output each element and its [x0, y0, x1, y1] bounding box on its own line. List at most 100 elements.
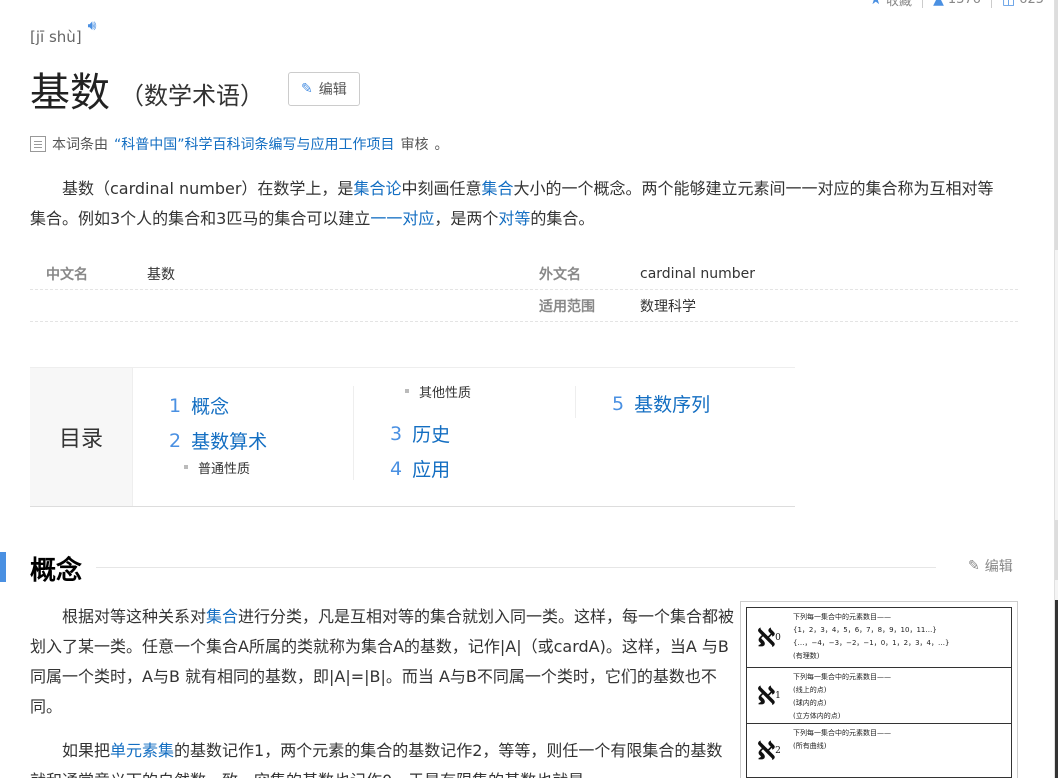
figure-line: 下列每一集合中的元素数目—— — [793, 673, 891, 681]
aleph-subscript: 1 — [775, 690, 781, 701]
info-key: 适用范围 — [539, 298, 595, 315]
page-subtitle: （数学术语） — [120, 81, 264, 110]
toc-subitem-label: 其他性质 — [419, 385, 472, 401]
figure-line: (有理数) — [793, 652, 820, 660]
toc-number: 5 — [612, 392, 625, 415]
info-value: 数理科学 — [640, 298, 696, 315]
toc-subitem-label: 普通性质 — [198, 461, 251, 477]
link-set-theory[interactable]: 集合论 — [353, 179, 401, 198]
review-end: 。 — [434, 137, 449, 153]
like-button[interactable]: ▲ 1376 — [933, 0, 981, 8]
paragraph-text: 如果把 — [62, 741, 111, 760]
toc-item-application[interactable]: 4 应用 — [390, 451, 575, 486]
toc-number: 1 — [169, 394, 182, 417]
toc-item-label: 基数序列 — [634, 394, 711, 416]
toc-column: 其他性质 3 历史 4 应用 — [353, 386, 575, 481]
lead-summary: 基数（cardinal number）在数学上，是集合论中刻画任意集合大小的一个… — [30, 174, 1005, 234]
document-icon — [30, 136, 46, 152]
divider — [922, 0, 924, 8]
bullet-icon — [405, 389, 409, 393]
toc-item-concept[interactable]: 1 概念 — [169, 388, 353, 423]
figure-text: 下列每一集合中的元素数目—— {1，2，3，4，5，6，7，8，9，10，11…… — [791, 608, 1011, 667]
speaker-icon[interactable]: 🔊︎ — [88, 18, 97, 34]
figure-text: 下列每一集合中的元素数目—— (所有曲线) — [791, 724, 1011, 777]
toc-item-label: 概念 — [191, 396, 230, 418]
section-title: 概念 — [30, 556, 83, 586]
lead-text: ，是两个 — [434, 209, 499, 228]
edit-label: 编辑 — [318, 82, 347, 98]
figure-row: ℵ0 下列每一集合中的元素数目—— {1，2，3，4，5，6，7，8，9，10，… — [747, 608, 1011, 668]
link-singleton-set[interactable]: 单元素集 — [110, 741, 174, 760]
pinyin: [jī shù] 🔊︎ — [30, 18, 96, 46]
figure-table: ℵ0 下列每一集合中的元素数目—— {1，2，3，4，5，6，7，8，9，10，… — [746, 607, 1012, 778]
shares-count: 625 — [1019, 0, 1044, 7]
page-title: 基数 — [30, 70, 110, 116]
link-set[interactable]: 集合 — [206, 607, 238, 626]
toc-subitem-other[interactable]: 其他性质 — [390, 382, 575, 401]
info-key: 外文名 — [539, 266, 581, 283]
edit-button[interactable]: ✎ 编辑 — [288, 72, 360, 106]
review-note: 本词条由 “科普中国”科学百科词条编写与应用工作项目 审核 。 — [30, 134, 449, 154]
collect-label: 收藏 — [886, 0, 913, 9]
figure-aleph-table[interactable]: ℵ0 下列每一集合中的元素数目—— {1，2，3，4，5，6，7，8，9，10，… — [740, 601, 1018, 778]
page-scrollbar[interactable] — [1054, 0, 1058, 778]
toc-item-label: 应用 — [412, 459, 451, 481]
link-set[interactable]: 集合 — [481, 179, 513, 198]
toc-item-label: 历史 — [412, 424, 451, 446]
review-suffix: 审核 — [400, 137, 429, 153]
review-prefix: 本词条由 — [52, 137, 108, 153]
lead-text: 基数（cardinal number）在数学上，是 — [62, 179, 354, 198]
toc-item-label: 基数算术 — [191, 431, 268, 453]
section-divider — [96, 567, 936, 568]
top-toolbar: ★ 收藏 ▲ 1376 ◫ 625 — [869, 0, 1044, 9]
divider — [990, 0, 992, 8]
pencil-icon: ✎ — [968, 558, 980, 574]
figure-text: 下列每一集合中的元素数目—— (线上的点) (球内的点) (立方体内的点) — [791, 668, 1011, 723]
figure-row: ℵ1 下列每一集合中的元素数目—— (线上的点) (球内的点) (立方体内的点) — [747, 668, 1011, 724]
star-icon: ★ — [869, 0, 882, 8]
section-body: 根据对等这种关系对集合进行分类，凡是互相对等的集合就划入同一类。这样，每一个集合… — [30, 602, 735, 778]
bullet-icon — [184, 465, 188, 469]
table-of-contents: 目录 1 概念 2 基数算术 普通性质 其他性质 3 历史 4 应用 5 基数序列 — [30, 367, 795, 507]
aleph-subscript: 0 — [775, 632, 781, 643]
title-row: 基数 （数学术语） ✎ 编辑 — [30, 60, 360, 118]
basic-info-row: 中文名 基数 外文名 cardinal number — [30, 258, 1018, 290]
pinyin-text: [jī shù] — [30, 28, 82, 46]
info-value: cardinal number — [640, 265, 755, 282]
share-icon: ◫ — [1002, 0, 1015, 8]
toc-item-sequence[interactable]: 5 基数序列 — [612, 386, 795, 421]
toc-number: 4 — [390, 457, 403, 480]
toc-subitem-general[interactable]: 普通性质 — [169, 458, 353, 477]
paragraph: 如果把单元素集的基数记作1，两个元素的集合的基数记作2，等等，则任一个有限集合的… — [30, 736, 735, 778]
toc-item-arithmetic[interactable]: 2 基数算术 — [169, 423, 353, 458]
figure-line: {…，−4，−3，−2，−1，0，1，2，3，4，…} — [793, 639, 950, 647]
aleph-subscript: 2 — [775, 745, 781, 756]
share-button[interactable]: ◫ 625 — [1002, 0, 1044, 8]
figure-line: (球内的点) — [793, 699, 827, 707]
toc-column: 5 基数序列 — [575, 386, 795, 418]
lead-text: 的集合。 — [530, 209, 595, 228]
link-one-to-one[interactable]: 一一对应 — [370, 209, 434, 228]
pencil-icon: ✎ — [301, 81, 313, 97]
toc-item-history[interactable]: 3 历史 — [390, 416, 575, 451]
link-equivalent[interactable]: 对等 — [498, 209, 530, 228]
info-value: 基数 — [147, 266, 175, 283]
section-edit-label: 编辑 — [984, 559, 1013, 575]
paragraph-text: 根据对等这种关系对 — [62, 607, 207, 626]
section-marker — [0, 552, 6, 582]
figure-line: (线上的点) — [793, 686, 827, 694]
review-project-link[interactable]: “科普中国”科学百科词条编写与应用工作项目 — [114, 134, 395, 154]
section-edit-button[interactable]: ✎ 编辑 — [968, 556, 1013, 576]
figure-line: (所有曲线) — [793, 742, 827, 750]
collect-button[interactable]: ★ 收藏 — [869, 0, 912, 9]
aleph-symbol: ℵ0 — [757, 623, 781, 652]
figure-line: 下列每一集合中的元素数目—— — [793, 613, 891, 621]
figure-line: 下列每一集合中的元素数目—— — [793, 729, 891, 737]
likes-count: 1376 — [948, 0, 981, 7]
thumbs-up-icon: ▲ — [933, 0, 944, 8]
toc-number: 3 — [390, 422, 403, 445]
lead-text: 中刻画任意 — [401, 179, 482, 198]
figure-line: (立方体内的点) — [793, 712, 841, 720]
basic-info-table: 中文名 基数 外文名 cardinal number 适用范围 数理科学 — [30, 258, 1018, 322]
info-key: 中文名 — [46, 266, 88, 283]
